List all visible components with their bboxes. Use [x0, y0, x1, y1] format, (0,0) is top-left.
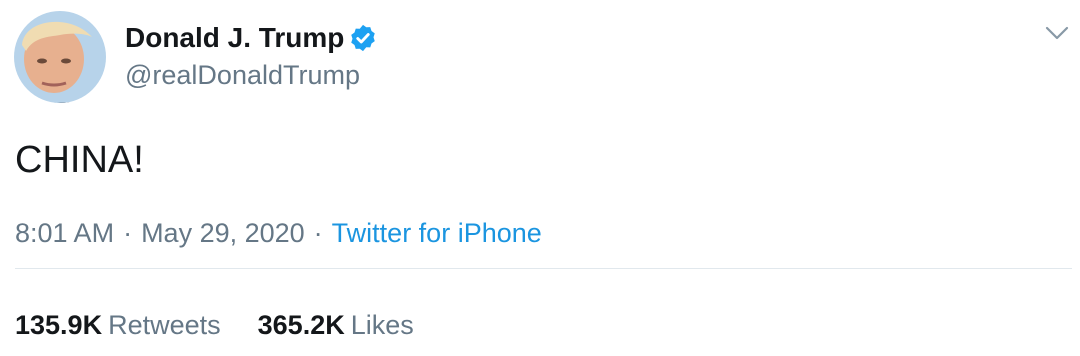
tweet-text: CHINA! [15, 139, 144, 181]
meta-separator: · [123, 218, 133, 248]
likes-stat[interactable]: 365.2K Likes [258, 308, 414, 342]
tweet-stats: 135.9K Retweets 365.2K Likes [15, 308, 414, 342]
display-name-text: Donald J. Trump [125, 22, 345, 53]
divider [15, 268, 1072, 269]
tweet-meta: 8:01 AM · May 29, 2020 · Twitter for iPhone [15, 216, 542, 250]
meta-separator: · [313, 218, 323, 248]
tweet-time[interactable]: 8:01 AM [15, 218, 114, 248]
profile-photo-icon [14, 11, 106, 103]
avatar[interactable] [14, 11, 106, 103]
chevron-down-icon [1045, 26, 1069, 40]
author-handle[interactable]: @realDonaldTrump [125, 58, 360, 92]
tweet-menu-button[interactable] [1044, 22, 1070, 44]
verified-badge-icon [351, 24, 376, 52]
tweet-date[interactable]: May 29, 2020 [141, 218, 305, 248]
retweets-stat[interactable]: 135.9K Retweets [15, 308, 221, 342]
retweets-label: Retweets [108, 310, 221, 340]
author-display-name[interactable]: Donald J. Trump [125, 20, 378, 56]
tweet-source-link[interactable]: Twitter for iPhone [332, 218, 542, 248]
retweets-count: 135.9K [15, 310, 103, 340]
likes-count: 365.2K [257, 310, 345, 340]
likes-label: Likes [350, 310, 414, 340]
